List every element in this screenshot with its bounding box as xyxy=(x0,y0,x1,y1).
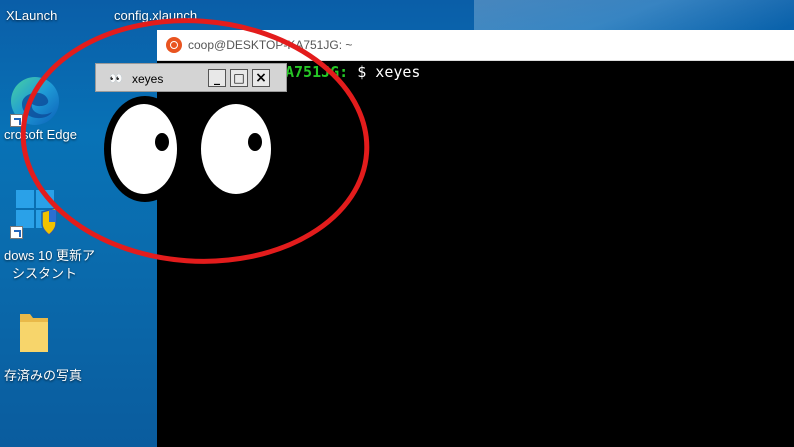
xeyes-eyes xyxy=(104,96,279,202)
right-pupil xyxy=(248,133,262,151)
left-eye xyxy=(104,96,186,202)
right-eye xyxy=(193,96,279,202)
left-pupil xyxy=(155,133,169,151)
